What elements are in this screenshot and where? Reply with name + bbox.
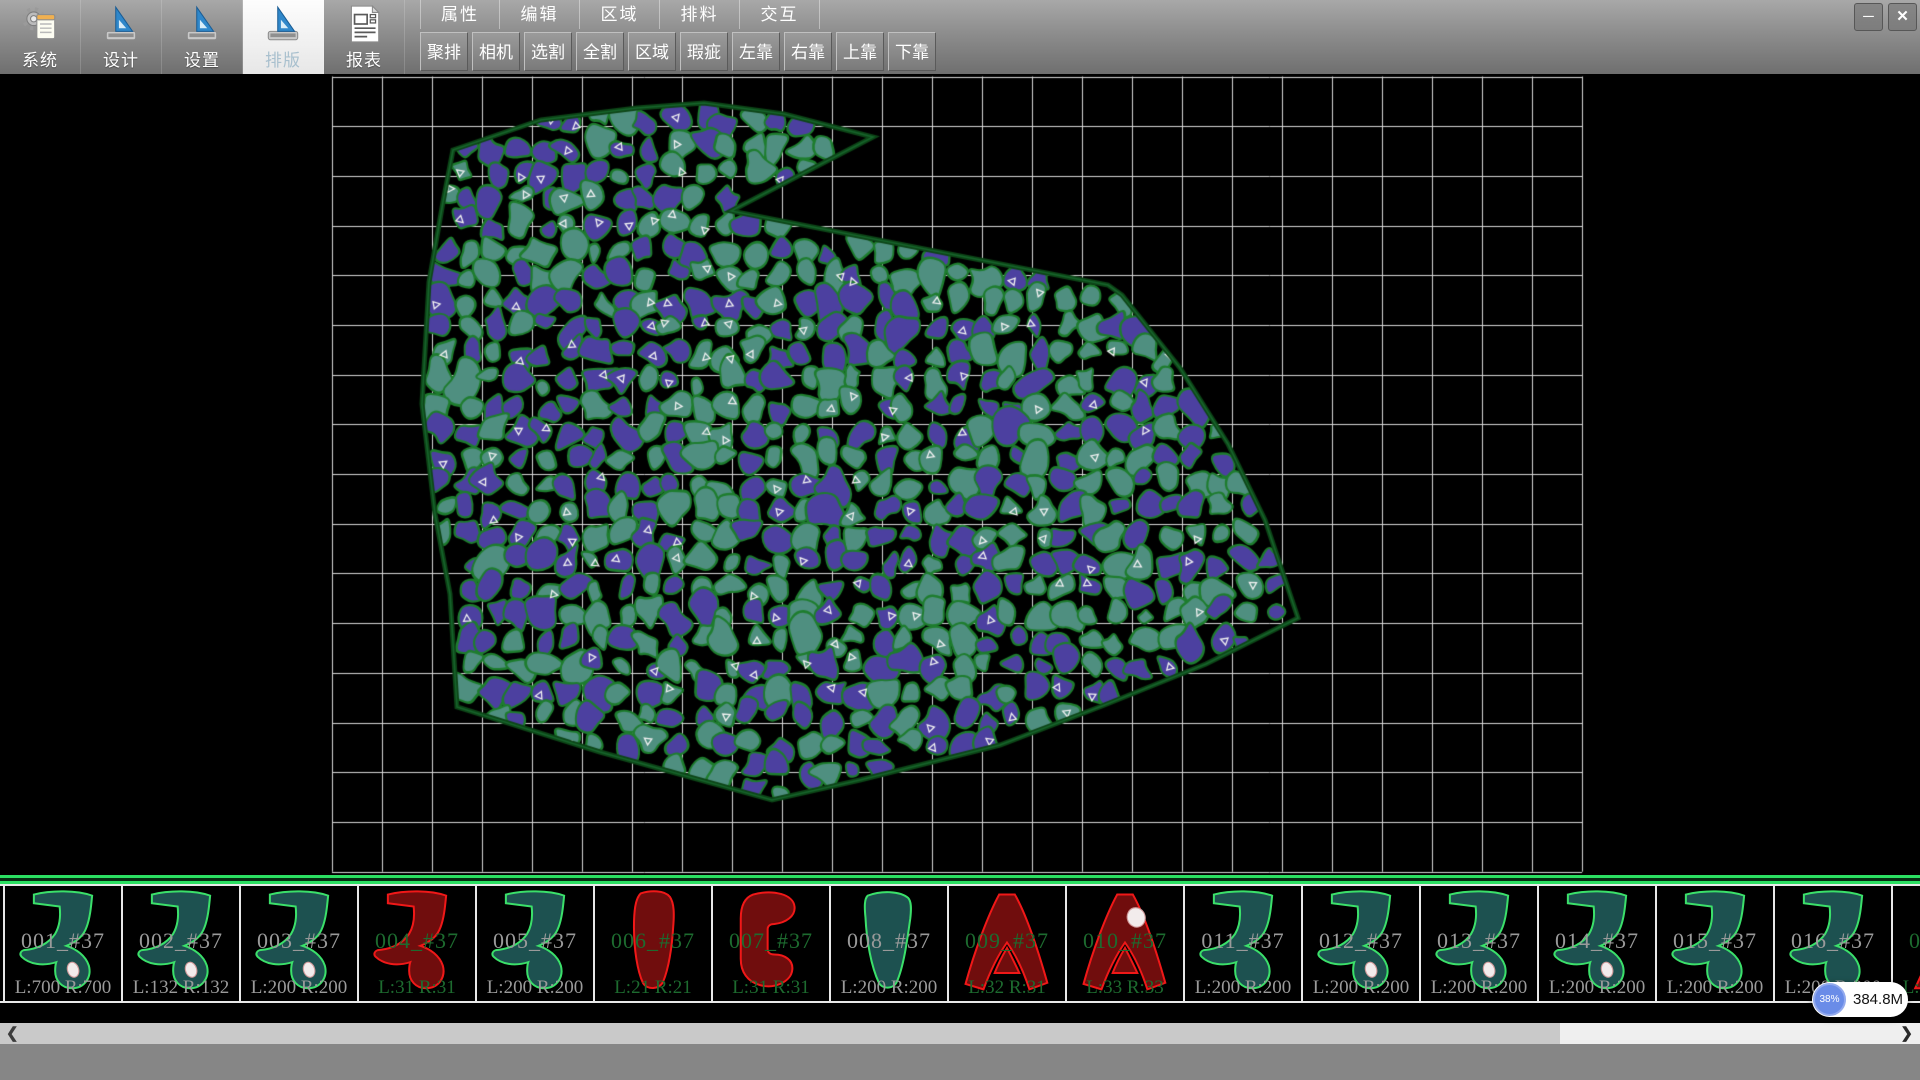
menu-button-row: 聚排相机选割全割区域瑕疵左靠右靠上靠下靠 (420, 32, 936, 71)
piece-count-label: L:200 R:200 (1539, 977, 1655, 999)
menu-button-align-bottom[interactable]: 下靠 (888, 32, 936, 71)
main-toolbar: 系统 设计 设置 排版 报表 (0, 0, 405, 74)
piece-count-label: L:132 R:132 (123, 977, 239, 999)
menu-block: 属性编辑区域排料交互 聚排相机选割全割区域瑕疵左靠右靠上靠下靠 (420, 0, 936, 71)
piece-thumbnail[interactable]: 010_#37 L:33 R:33 (1067, 886, 1185, 1001)
piece-count-label: L:33 R:33 (1067, 977, 1183, 999)
design-ruler-icon (100, 3, 142, 45)
menu-button-region[interactable]: 区域 (628, 32, 676, 71)
menu-button-defect[interactable]: 瑕疵 (680, 32, 728, 71)
piece-thumbnail[interactable]: 004_#37 L:31 R:31 (359, 886, 477, 1001)
piece-count-label: L:200 R:200 (831, 977, 947, 999)
piece-name: 002_#37 (123, 928, 239, 954)
report-doc-icon (343, 3, 385, 45)
menu-button-align-top[interactable]: 上靠 (836, 32, 884, 71)
piece-thumbnail-strip: 001_#37L:700 R:700002_#37L:132 R:132003_… (0, 884, 1920, 1003)
piece-thumbnail[interactable]: 015_#37 L:200 R:200 (1657, 886, 1775, 1001)
bottom-status-bar (0, 1044, 1920, 1080)
piece-thumbnail[interactable]: 001_#37 L:700 R:700 (3, 886, 123, 1001)
menu-button-cluster-nest[interactable]: 聚排 (420, 32, 468, 71)
piece-count-label: L:700 R:700 (5, 977, 121, 999)
piece-thumbnail[interactable]: 006_#37 L:21 R:21 (595, 886, 713, 1001)
system-gear-icon (19, 3, 61, 45)
piece-thumbnail[interactable]: 007_#37 L:31 R:31 (713, 886, 831, 1001)
piece-count-label: L:200 R:200 (1185, 977, 1301, 999)
menu-tab-interactive[interactable]: 交互 (740, 0, 820, 29)
piece-thumbnail[interactable]: 005_#37 L:200 R:200 (477, 886, 595, 1001)
piece-thumbnail[interactable]: 013_#37 L:200 R:200 (1421, 886, 1539, 1001)
toolbar-button-design[interactable]: 设计 (81, 0, 162, 74)
toolbar-button-label: 设置 (184, 46, 220, 71)
progress-percent-circle: 38% (1813, 983, 1846, 1016)
piece-name: 001_#37 (5, 928, 121, 954)
nesting-ruler-icon (262, 3, 304, 45)
piece-name: 006_#37 (595, 928, 711, 954)
settings-ruler-icon (181, 3, 223, 45)
toolbar-button-settings[interactable]: 设置 (162, 0, 243, 74)
piece-count-label: L:31 R:31 (713, 977, 829, 999)
scrollbar-thumb[interactable] (0, 1023, 1560, 1044)
strip-divider-line (0, 875, 1920, 884)
piece-name: 014_#37 (1539, 928, 1655, 954)
menu-button-camera[interactable]: 相机 (472, 32, 520, 71)
piece-name: 017_#37 (1893, 928, 1920, 954)
piece-thumbnail[interactable]: 014_#37 L:200 R:200 (1539, 886, 1657, 1001)
scroll-left-arrow-icon[interactable]: ❮ (6, 1023, 19, 1044)
piece-name: 008_#37 (831, 928, 947, 954)
piece-name: 010_#37 (1067, 928, 1183, 954)
minimize-button[interactable]: ─ (1854, 3, 1883, 31)
scroll-right-arrow-icon[interactable]: ❯ (1900, 1023, 1913, 1044)
toolbar-button-report[interactable]: 报表 (324, 0, 405, 74)
piece-name: 011_#37 (1185, 928, 1301, 954)
piece-thumbnail[interactable]: 009_#37 L:32 R:31 (949, 886, 1067, 1001)
piece-count-label: L:32 R:31 (949, 977, 1065, 999)
menu-tab-nest[interactable]: 排料 (660, 0, 740, 29)
close-button[interactable]: ✕ (1888, 3, 1917, 31)
toolbar-button-label: 系统 (22, 46, 58, 71)
menu-button-align-left[interactable]: 左靠 (732, 32, 780, 71)
piece-thumbnail[interactable]: 003_#37 L:200 R:200 (241, 886, 359, 1001)
piece-name: 003_#37 (241, 928, 357, 954)
piece-count-label: L:31 R:31 (359, 977, 475, 999)
piece-name: 007_#37 (713, 928, 829, 954)
toolbar-button-label: 设计 (103, 46, 139, 71)
piece-name: 005_#37 (477, 928, 593, 954)
piece-name: 009_#37 (949, 928, 1065, 954)
menu-button-cut-all[interactable]: 全割 (576, 32, 624, 71)
piece-name: 013_#37 (1421, 928, 1537, 954)
piece-name: 015_#37 (1657, 928, 1773, 954)
piece-count-label: L:200 R:200 (1657, 977, 1773, 999)
toolbar-button-system[interactable]: 系统 (0, 0, 81, 74)
menu-button-align-right[interactable]: 右靠 (784, 32, 832, 71)
piece-name: 004_#37 (359, 928, 475, 954)
piece-name: 012_#37 (1303, 928, 1419, 954)
memory-usage-value: 384.8M (1853, 991, 1903, 1008)
piece-count-label: L:200 R:200 (1421, 977, 1537, 999)
piece-count-label: L:200 R:200 (477, 977, 593, 999)
piece-thumbnail[interactable]: 008_#37 L:200 R:200 (831, 886, 949, 1001)
toolbar-button-nesting[interactable]: 排版 (243, 0, 324, 74)
window-controls: ─ ✕ (1854, 3, 1917, 31)
piece-thumbnail[interactable]: 011_#37 L:200 R:200 (1185, 886, 1303, 1001)
piece-name: 016_#37 (1775, 928, 1891, 954)
menu-tab-properties[interactable]: 属性 (420, 0, 500, 29)
piece-thumbnail[interactable]: 012_#37 L:200 R:200 (1303, 886, 1421, 1001)
menu-tab-row: 属性编辑区域排料交互 (420, 0, 936, 29)
piece-thumbnail[interactable]: 002_#37 L:132 R:132 (123, 886, 241, 1001)
piece-count-label: L:21 R:21 (595, 977, 711, 999)
toolbar-button-label: 排版 (265, 46, 301, 71)
memory-usage-badge: 38% 384.8M (1812, 982, 1908, 1017)
title-toolbar: 系统设计设置排版报表 属性编辑区域排料交互 聚排相机选割全割区域瑕疵左靠右靠上靠… (0, 0, 1920, 74)
piece-count-label: L:200 R:200 (1303, 977, 1419, 999)
menu-button-select-cut[interactable]: 选割 (524, 32, 572, 71)
nesting-canvas[interactable] (0, 74, 1920, 886)
toolbar-button-label: 报表 (346, 46, 382, 71)
menu-tab-edit[interactable]: 编辑 (500, 0, 580, 29)
piece-count-label: L:200 R:200 (241, 977, 357, 999)
horizontal-scrollbar[interactable]: ❮ ❯ (0, 1023, 1920, 1044)
menu-tab-region[interactable]: 区域 (580, 0, 660, 29)
